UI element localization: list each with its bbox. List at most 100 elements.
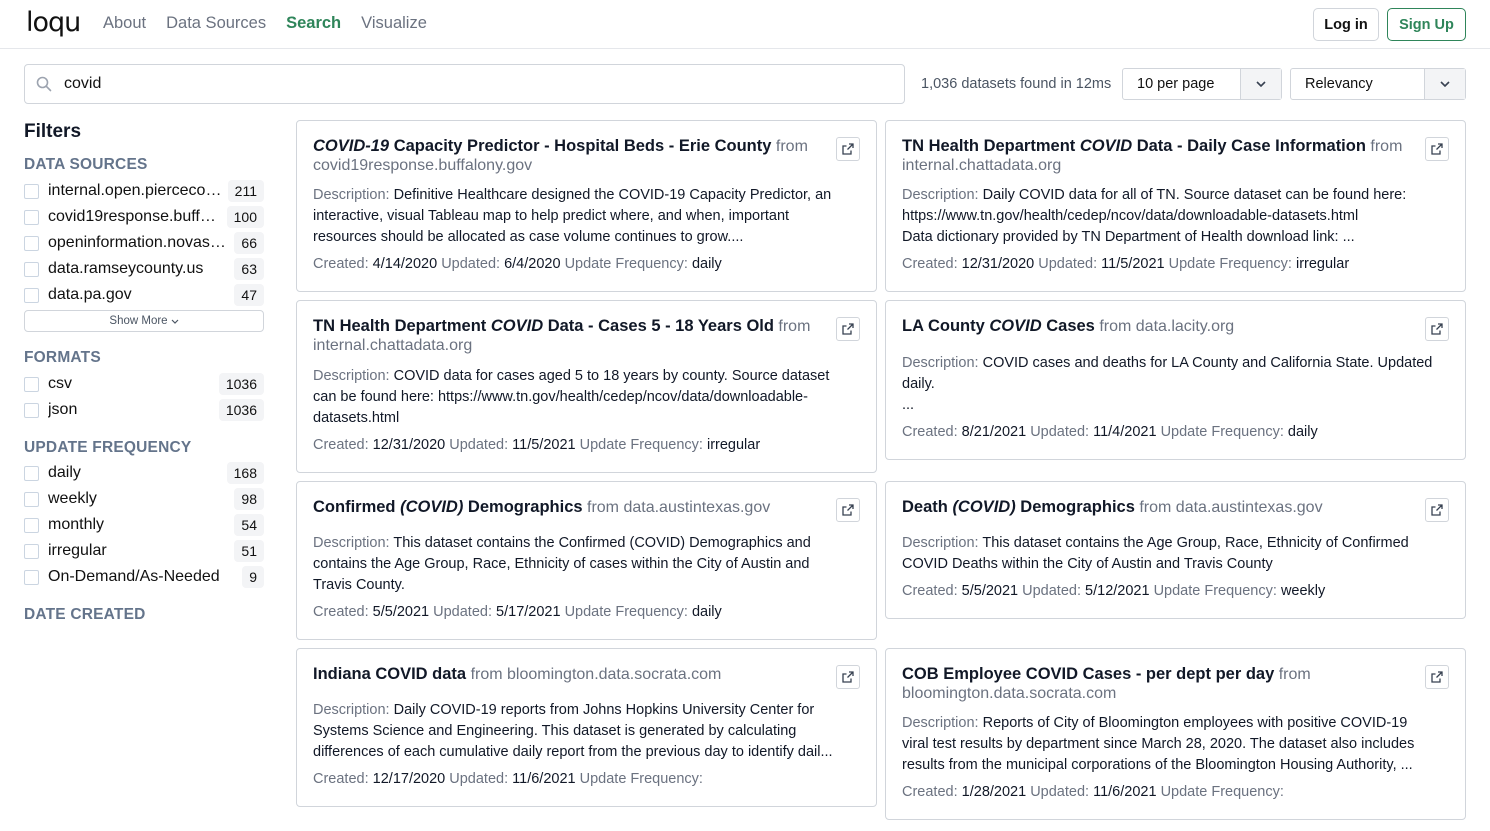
dataset-name[interactable]: Death (COVID) Demographics bbox=[902, 498, 1135, 516]
checkbox[interactable] bbox=[24, 569, 39, 585]
filter-frequency-item[interactable]: weekly 98 bbox=[24, 488, 264, 510]
filter-source-item[interactable]: covid19response.buffalony.gov 100 bbox=[24, 206, 264, 228]
checkbox[interactable] bbox=[24, 183, 39, 199]
checkbox[interactable] bbox=[24, 491, 39, 507]
result-description: Description: COVID data for cases aged 5… bbox=[313, 366, 858, 429]
updated-date: 5/12/2021 bbox=[1085, 583, 1150, 599]
checkbox[interactable] bbox=[24, 376, 39, 392]
filter-source-item[interactable]: internal.open.piercecountywa.gov 211 bbox=[24, 180, 264, 202]
filter-source-item[interactable]: data.pa.gov 47 bbox=[24, 284, 264, 306]
result-card[interactable]: Indiana COVID data from bloomington.data… bbox=[296, 648, 877, 807]
checkbox[interactable] bbox=[24, 543, 39, 559]
checkbox[interactable] bbox=[24, 287, 39, 303]
result-meta: Created: 1/28/2021 Updated: 11/6/2021 Up… bbox=[902, 784, 1284, 800]
description-label: Description: bbox=[313, 368, 390, 384]
per-page-select[interactable]: 10 per page bbox=[1122, 68, 1282, 100]
nav-data-sources[interactable]: Data Sources bbox=[166, 14, 266, 33]
created-date: 4/14/2020 bbox=[372, 256, 438, 272]
description-line: Daily COVID-19 reports from Johns Hopkin… bbox=[393, 702, 815, 718]
logo[interactable]: loqu bbox=[26, 7, 81, 38]
nav-search[interactable]: Search bbox=[286, 14, 341, 33]
dataset-name[interactable]: LA County COVID Cases bbox=[902, 317, 1095, 335]
external-link-icon[interactable] bbox=[1425, 665, 1449, 689]
filter-format-item[interactable]: csv 1036 bbox=[24, 373, 264, 395]
checkbox[interactable] bbox=[24, 465, 39, 481]
checkbox[interactable] bbox=[24, 517, 39, 533]
sort-select[interactable]: Relevancy bbox=[1290, 68, 1466, 100]
created-label: Created: bbox=[313, 771, 369, 787]
external-link-icon[interactable] bbox=[836, 665, 860, 689]
main-nav: About Data Sources Search Visualize bbox=[103, 14, 427, 33]
filter-label: weekly bbox=[48, 490, 97, 507]
filter-count: 66 bbox=[234, 232, 264, 254]
result-card[interactable]: Confirmed (COVID) Demographics from data… bbox=[296, 481, 877, 640]
external-link-icon[interactable] bbox=[1425, 498, 1449, 522]
signup-button[interactable]: Sign Up bbox=[1387, 8, 1466, 41]
updated-label: Updated: bbox=[449, 437, 509, 453]
data-sources-heading: DATA SOURCES bbox=[24, 156, 148, 173]
dataset-name[interactable]: TN Health Department COVID Data - Cases … bbox=[313, 317, 774, 335]
nav-visualize[interactable]: Visualize bbox=[361, 14, 427, 33]
filter-count: 98 bbox=[234, 488, 264, 510]
dataset-name-post: Demographics bbox=[1015, 498, 1135, 516]
description-line: COVID Deaths within the City of Austin a… bbox=[902, 556, 1273, 572]
filter-count: 9 bbox=[242, 566, 264, 588]
description-line: COVID data for cases aged 5 to 18 years … bbox=[393, 368, 830, 384]
filter-label: csv bbox=[48, 375, 72, 392]
result-card[interactable]: COB Employee COVID Cases - per dept per … bbox=[885, 648, 1466, 820]
external-link-icon[interactable] bbox=[1425, 137, 1449, 161]
created-label: Created: bbox=[902, 424, 958, 440]
login-button[interactable]: Log in bbox=[1313, 8, 1379, 41]
external-link-icon[interactable] bbox=[836, 317, 860, 341]
nav-about[interactable]: About bbox=[103, 14, 146, 33]
checkbox[interactable] bbox=[24, 402, 39, 418]
filter-frequency-item[interactable]: irregular 51 bbox=[24, 540, 264, 562]
chevron-down-icon bbox=[171, 315, 179, 327]
source-domain: internal.chattadata.org bbox=[902, 157, 1062, 174]
result-meta: Created: 12/31/2020 Updated: 11/5/2021 U… bbox=[313, 437, 760, 453]
checkbox[interactable] bbox=[24, 261, 39, 277]
description-line: can be found here: https://www.tn.gov/he… bbox=[313, 389, 808, 405]
external-link-icon[interactable] bbox=[836, 137, 860, 161]
result-card[interactable]: TN Health Department COVID Data - Daily … bbox=[885, 120, 1466, 292]
description-label: Description: bbox=[313, 702, 390, 718]
frequency-label: Update Frequency: bbox=[564, 604, 688, 620]
dataset-name[interactable]: Indiana COVID data bbox=[313, 665, 466, 683]
description-line: This dataset contains the Age Group, Rac… bbox=[982, 535, 1409, 551]
external-link-icon[interactable] bbox=[1425, 317, 1449, 341]
result-card[interactable]: Death (COVID) Demographics from data.aus… bbox=[885, 481, 1466, 619]
checkbox[interactable] bbox=[24, 209, 39, 225]
result-card[interactable]: TN Health Department COVID Data - Cases … bbox=[296, 300, 877, 473]
dataset-name[interactable]: Confirmed (COVID) Demographics bbox=[313, 498, 583, 516]
filter-label: data.ramseycounty.us bbox=[48, 260, 204, 277]
result-title: Indiana COVID data from bloomington.data… bbox=[313, 665, 823, 684]
result-title: COB Employee COVID Cases - per dept per … bbox=[902, 665, 1412, 703]
checkbox[interactable] bbox=[24, 235, 39, 251]
filter-count: 63 bbox=[234, 258, 264, 280]
dataset-name[interactable]: COB Employee COVID Cases - per dept per … bbox=[902, 665, 1274, 683]
source-domain: covid19response.buffalony.gov bbox=[313, 157, 533, 174]
result-card[interactable]: COVID-19 Capacity Predictor - Hospital B… bbox=[296, 120, 877, 292]
description-line: https://www.tn.gov/health/cedep/ncov/dat… bbox=[902, 208, 1359, 224]
filter-format-item[interactable]: json 1036 bbox=[24, 399, 264, 421]
date-created-heading[interactable]: DATE CREATED bbox=[24, 606, 146, 624]
updated-date: 5/17/2021 bbox=[496, 604, 561, 620]
description-line: datasets.html bbox=[313, 410, 400, 426]
search-input[interactable] bbox=[64, 72, 884, 96]
created-date: 5/5/2021 bbox=[961, 583, 1019, 599]
external-link-icon[interactable] bbox=[836, 498, 860, 522]
filter-frequency-item[interactable]: On-Demand/As-Needed 9 bbox=[24, 566, 264, 588]
filter-source-item[interactable]: openinformation.novascotia.ca 66 bbox=[24, 232, 264, 254]
result-title: Death (COVID) Demographics from data.aus… bbox=[902, 498, 1412, 517]
description-line: daily. bbox=[902, 376, 935, 392]
filter-source-item[interactable]: data.ramseycounty.us 63 bbox=[24, 258, 264, 280]
dataset-name[interactable]: COVID-19 Capacity Predictor - Hospital B… bbox=[313, 137, 771, 155]
result-card[interactable]: LA County COVID Cases from data.lacity.o… bbox=[885, 300, 1466, 460]
dataset-name[interactable]: TN Health Department COVID Data - Daily … bbox=[902, 137, 1366, 155]
updated-label: Updated: bbox=[449, 771, 509, 787]
filter-frequency-item[interactable]: daily 168 bbox=[24, 462, 264, 484]
created-label: Created: bbox=[313, 437, 369, 453]
show-more-button[interactable]: Show More bbox=[24, 310, 264, 332]
from-label: from bbox=[587, 499, 619, 516]
filter-frequency-item[interactable]: monthly 54 bbox=[24, 514, 264, 536]
